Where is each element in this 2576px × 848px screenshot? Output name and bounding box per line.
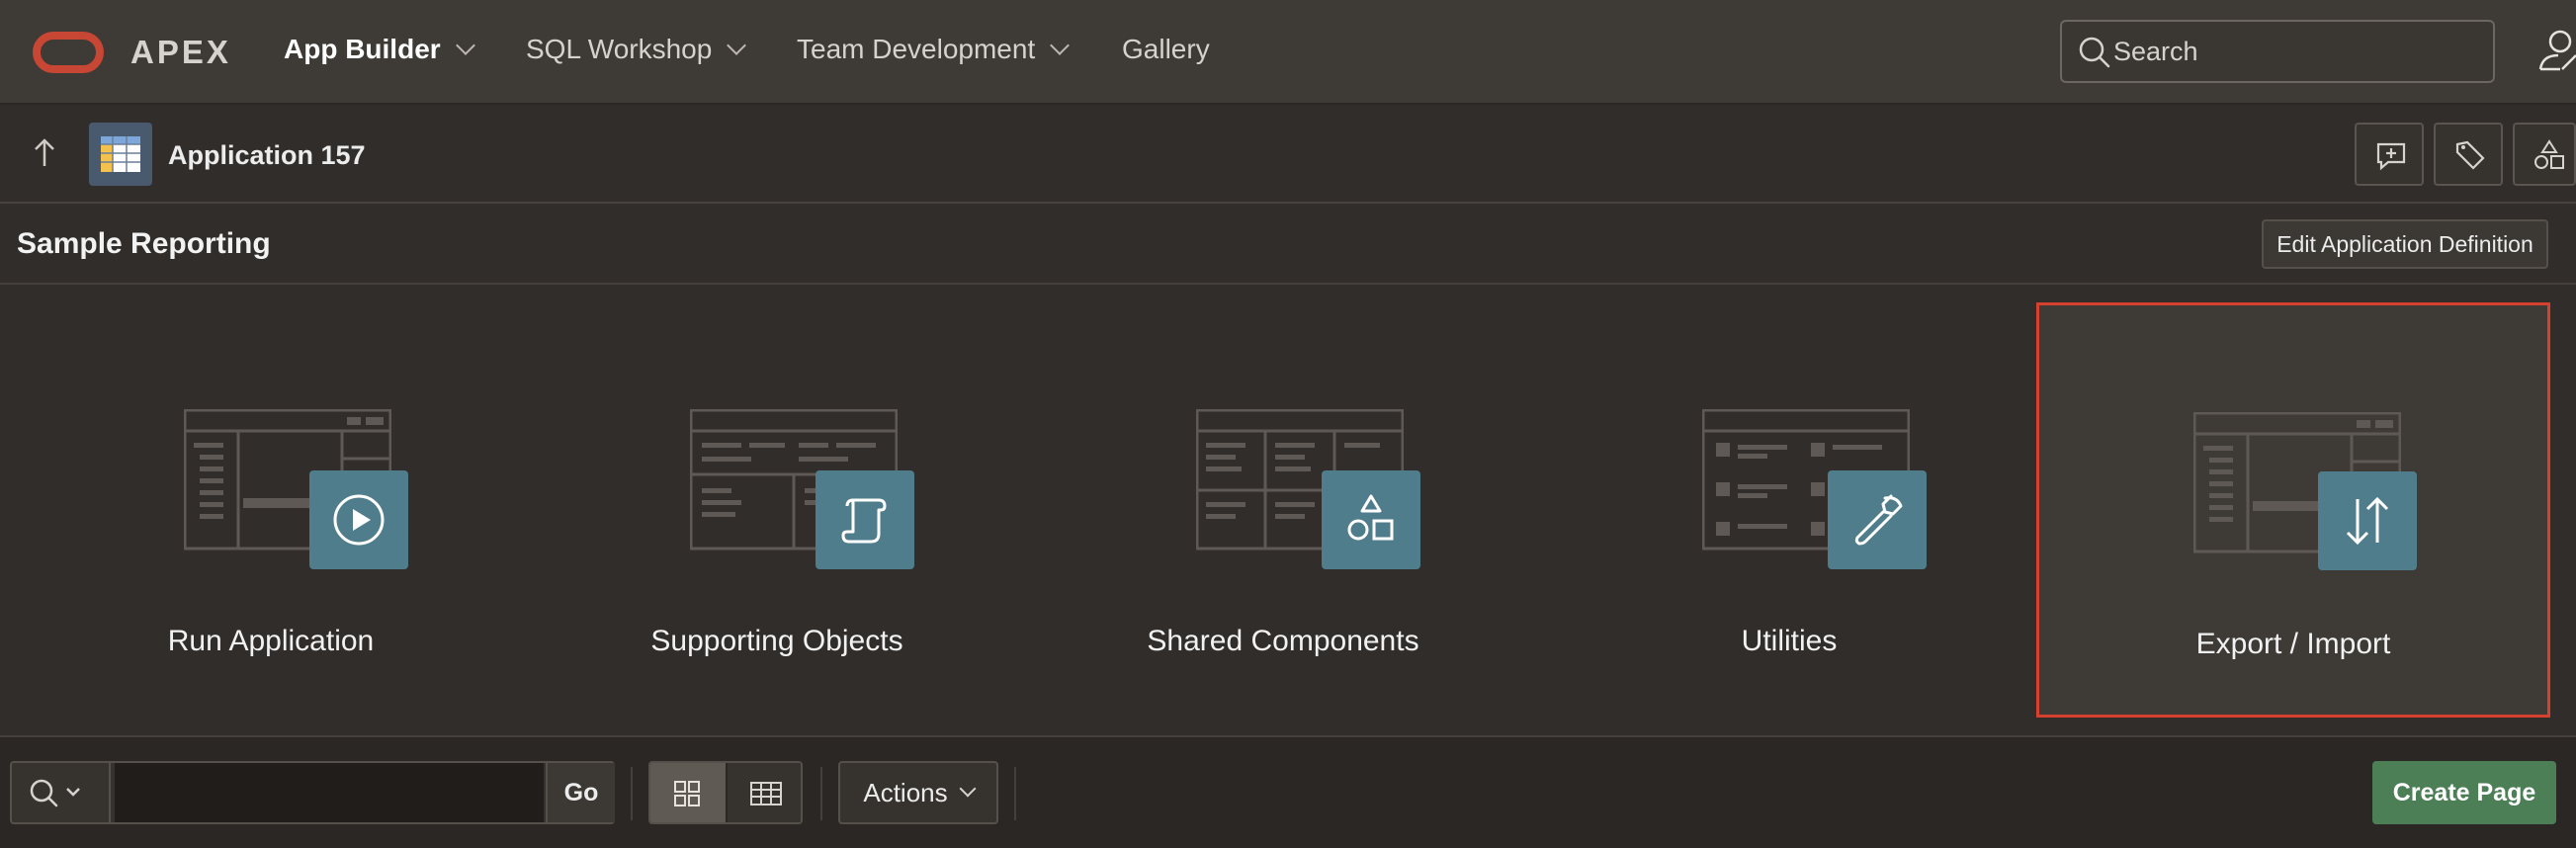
chevron-down-icon bbox=[455, 36, 475, 55]
nav-gallery-label: Gallery bbox=[1122, 34, 1210, 64]
application-icon bbox=[89, 123, 152, 186]
nav-team-development[interactable]: Team Development bbox=[797, 34, 1071, 65]
chevron-down-icon bbox=[959, 780, 977, 798]
nav-sql-workshop[interactable]: SQL Workshop bbox=[526, 34, 747, 65]
oracle-logo[interactable] bbox=[33, 32, 104, 73]
shared-components-button[interactable] bbox=[2513, 123, 2576, 186]
play-icon bbox=[333, 494, 385, 546]
nav-sql-workshop-label: SQL Workshop bbox=[526, 34, 713, 64]
icon-view-button[interactable] bbox=[650, 763, 726, 822]
view-mode-toggle bbox=[648, 761, 803, 824]
page-toolbar: Go Actions Create Page bbox=[0, 735, 2576, 848]
scroll-icon bbox=[841, 498, 887, 544]
card-export-import[interactable]: Export / Import bbox=[2036, 302, 2550, 718]
application-title: Application 157 bbox=[168, 140, 366, 170]
feedback-button[interactable] bbox=[2355, 123, 2424, 186]
nav-team-development-label: Team Development bbox=[797, 34, 1036, 64]
edit-application-definition-button[interactable]: Edit Application Definition bbox=[2262, 219, 2548, 269]
nav-gallery[interactable]: Gallery bbox=[1122, 34, 1210, 65]
search-icon bbox=[2079, 37, 2110, 68]
divider bbox=[1014, 767, 1016, 820]
supporting-objects-badge bbox=[816, 470, 914, 569]
up-arrow-icon[interactable] bbox=[30, 136, 59, 170]
shapes-icon bbox=[2534, 139, 2564, 169]
application-header: Application 157 bbox=[0, 105, 2576, 204]
user-profile-icon[interactable] bbox=[2538, 26, 2576, 75]
card-label: Utilities bbox=[1741, 625, 1838, 657]
shapes-icon bbox=[1347, 494, 1394, 541]
report-view-button[interactable] bbox=[728, 763, 801, 822]
spreadsheet-icon bbox=[101, 136, 140, 172]
card-supporting-objects[interactable]: Supporting Objects bbox=[524, 285, 1030, 725]
run-application-badge bbox=[309, 470, 408, 569]
top-navigation-bar: APEX App Builder SQL Workshop Team Devel… bbox=[0, 0, 2576, 105]
nav-app-builder[interactable]: App Builder bbox=[284, 34, 475, 65]
page-search: Go bbox=[10, 761, 615, 824]
card-label: Run Application bbox=[167, 625, 375, 657]
card-label: Supporting Objects bbox=[650, 625, 903, 657]
global-search[interactable] bbox=[2060, 20, 2495, 83]
apex-brand[interactable]: APEX bbox=[130, 34, 231, 71]
wrench-icon bbox=[1854, 494, 1903, 546]
table-icon bbox=[750, 782, 782, 806]
card-label: Shared Components bbox=[1147, 625, 1419, 657]
chat-plus-icon bbox=[2376, 142, 2406, 171]
divider bbox=[631, 767, 633, 820]
actions-label: Actions bbox=[863, 777, 948, 807]
card-label: Export / Import bbox=[2195, 628, 2391, 660]
card-utilities[interactable]: Utilities bbox=[1536, 285, 2042, 725]
global-search-input[interactable] bbox=[2113, 32, 2479, 71]
utilities-badge bbox=[1828, 470, 1927, 569]
actions-menu-button[interactable]: Actions bbox=[838, 761, 998, 824]
export-import-badge bbox=[2318, 471, 2417, 570]
search-icon bbox=[30, 779, 80, 807]
export-import-arrows-icon bbox=[2346, 496, 2389, 546]
tag-icon bbox=[2455, 140, 2485, 170]
card-shared-components[interactable]: Shared Components bbox=[1030, 285, 1536, 725]
go-button[interactable]: Go bbox=[546, 763, 615, 822]
card-run-application[interactable]: Run Application bbox=[18, 285, 524, 725]
page-search-input[interactable] bbox=[115, 763, 544, 822]
grid-icon bbox=[674, 781, 700, 806]
chevron-down-icon bbox=[727, 36, 747, 55]
chevron-down-icon bbox=[1050, 36, 1071, 55]
nav-app-builder-label: App Builder bbox=[284, 34, 441, 64]
shared-components-badge bbox=[1322, 470, 1420, 569]
create-page-button[interactable]: Create Page bbox=[2372, 761, 2556, 824]
search-column-menu-button[interactable] bbox=[12, 763, 111, 822]
region-title: Sample Reporting bbox=[17, 227, 271, 260]
divider bbox=[820, 767, 822, 820]
tag-button[interactable] bbox=[2434, 123, 2503, 186]
